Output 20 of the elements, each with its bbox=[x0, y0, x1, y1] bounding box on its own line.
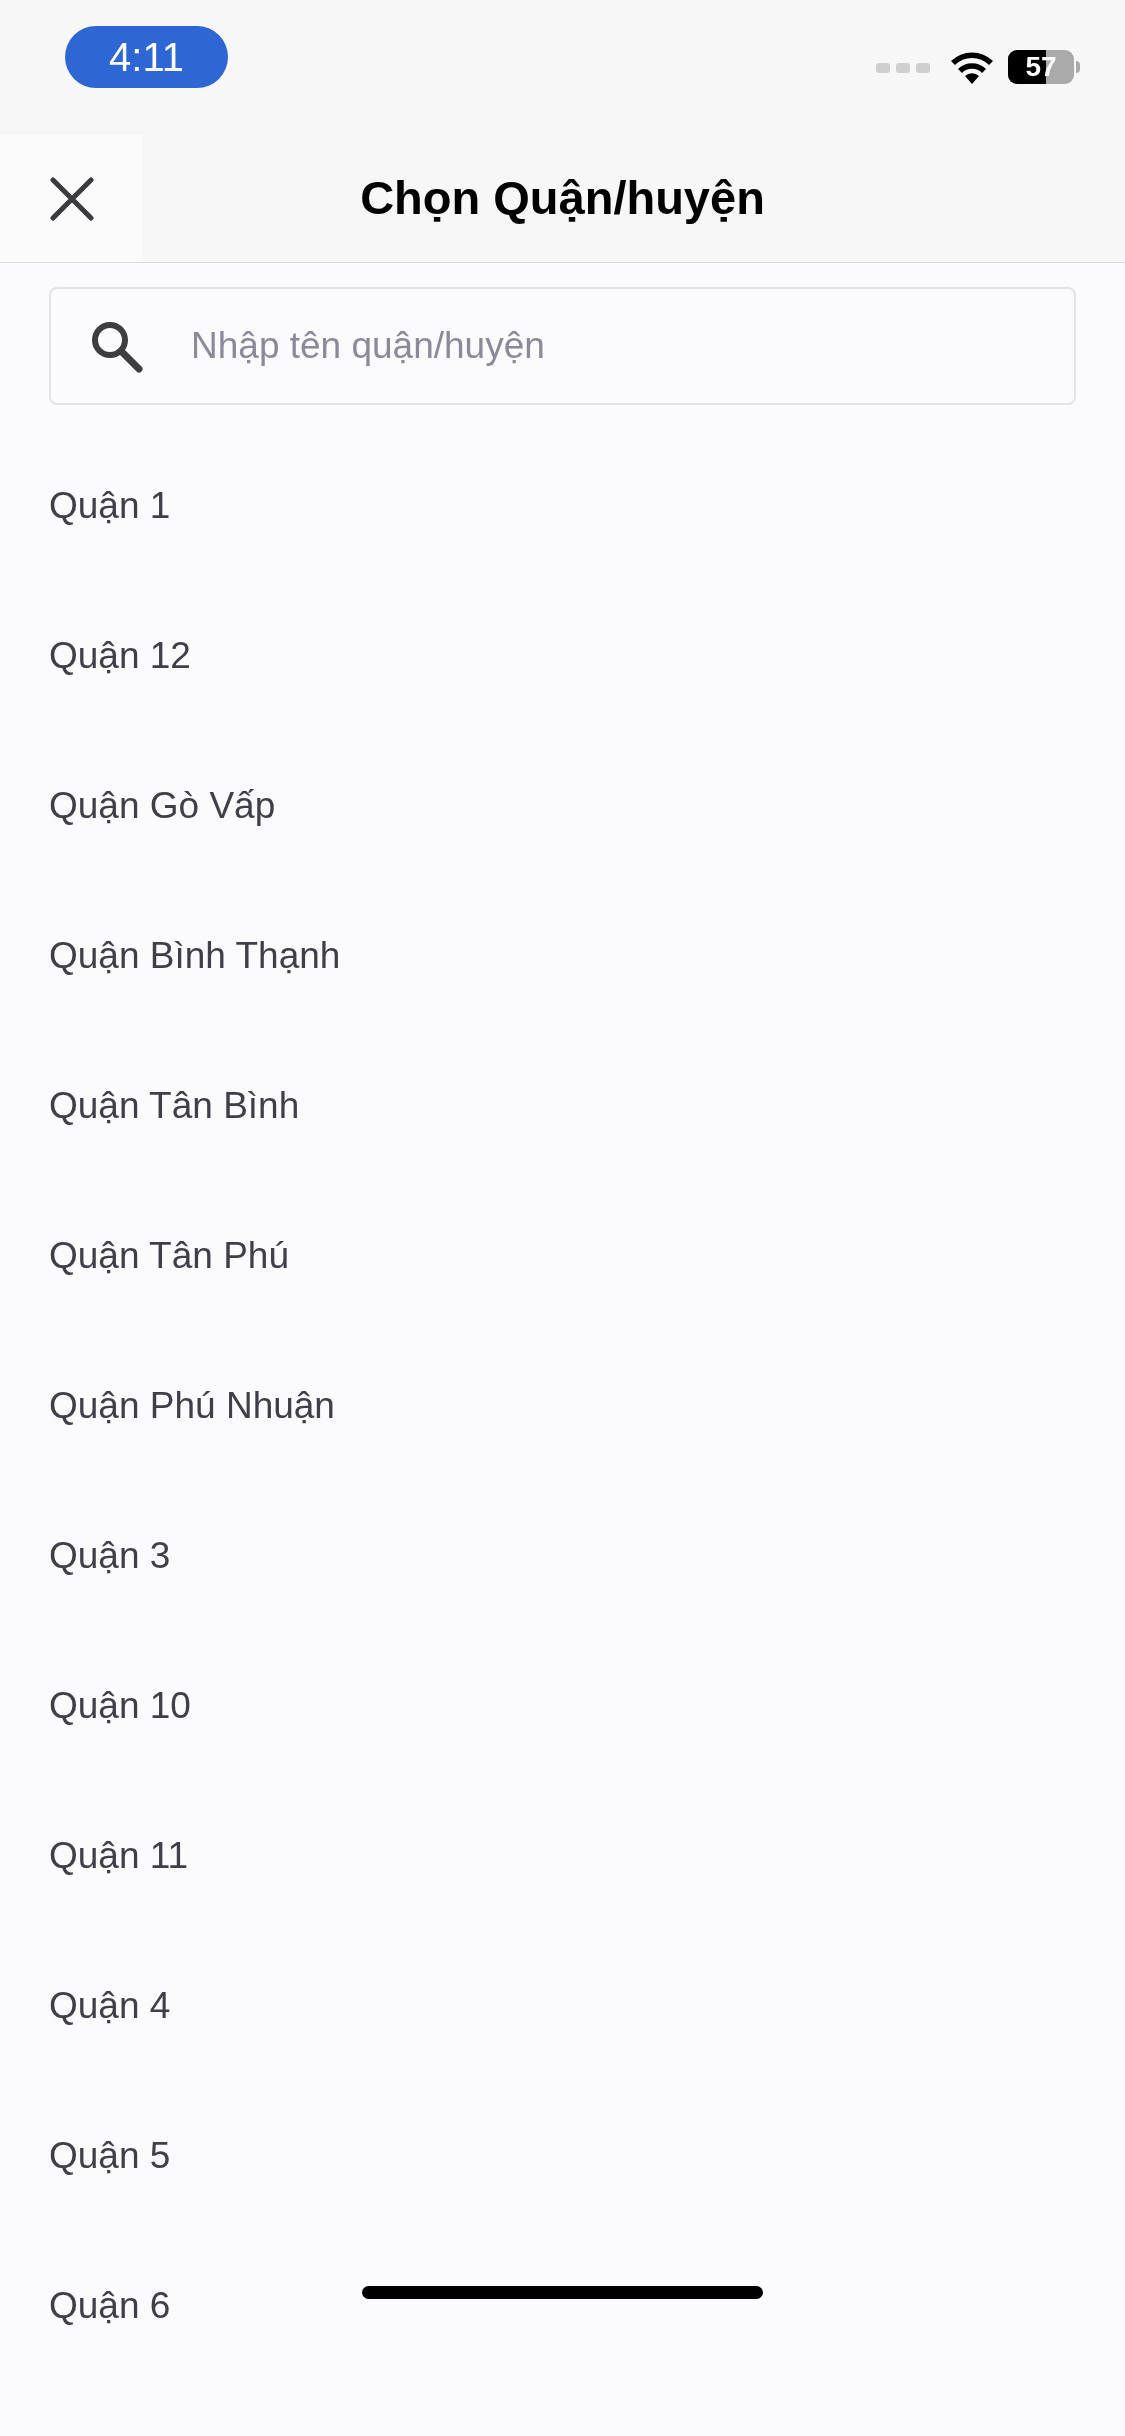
status-time: 4:11 bbox=[65, 26, 228, 88]
district-item[interactable]: Quận 1 bbox=[0, 431, 1125, 581]
close-button[interactable] bbox=[0, 135, 143, 262]
close-icon bbox=[49, 176, 94, 221]
district-item[interactable]: Quận 12 bbox=[0, 581, 1125, 731]
search-field[interactable]: Nhập tên quận/huyện bbox=[49, 287, 1076, 405]
district-item[interactable]: Quận Phú Nhuận bbox=[0, 1331, 1125, 1481]
district-item[interactable]: Quận 4 bbox=[0, 1931, 1125, 2081]
search-icon bbox=[89, 319, 143, 373]
district-item[interactable]: Quận 10 bbox=[0, 1631, 1125, 1781]
screen-title: Chọn Quận/huyện bbox=[360, 170, 765, 227]
wifi-icon bbox=[950, 50, 994, 84]
district-item[interactable]: Quận 5 bbox=[0, 2081, 1125, 2231]
district-item[interactable]: Quận Tân Bình bbox=[0, 1031, 1125, 1181]
district-item[interactable]: Quận Bình Thạnh bbox=[0, 881, 1125, 1031]
district-item[interactable]: Quận 11 bbox=[0, 1781, 1125, 1931]
district-item[interactable]: Quận Gò Vấp bbox=[0, 731, 1125, 881]
district-item[interactable]: Quận Tân Phú bbox=[0, 1181, 1125, 1331]
district-item[interactable]: Quận 3 bbox=[0, 1481, 1125, 1631]
district-item[interactable]: Quận 6 bbox=[0, 2231, 1125, 2381]
